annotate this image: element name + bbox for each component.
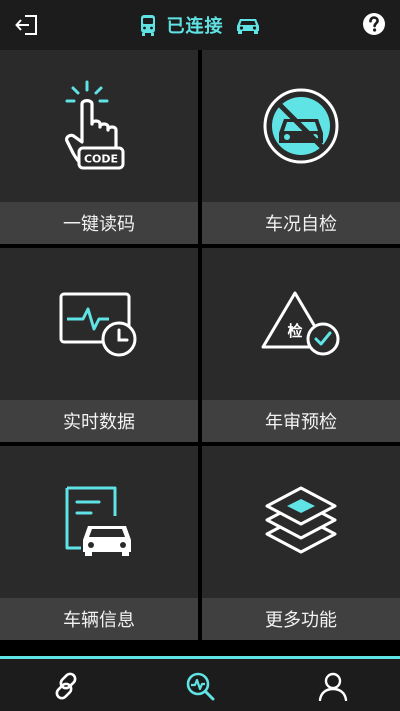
tile-read-code[interactable]: CODE 一键读码 [0, 50, 198, 244]
layers-icon [265, 486, 337, 554]
user-icon[interactable] [318, 671, 348, 701]
car-icon [236, 19, 259, 34]
tile-vehicle-check[interactable]: 车况自检 [202, 50, 400, 244]
connection-status: 已连接 [0, 0, 400, 50]
tile-vehicle-info[interactable]: 车辆信息 [0, 446, 198, 640]
bus-icon [140, 15, 155, 36]
tile-label: 车况自检 [202, 202, 400, 244]
tap-code-icon: CODE [65, 80, 125, 170]
car-no-sign-icon [263, 88, 339, 164]
tile-label: 实时数据 [0, 400, 198, 442]
tile-label: 一键读码 [0, 202, 198, 244]
top-bar: 已连接 [0, 0, 400, 50]
triangle-check-icon: 检 [261, 291, 340, 356]
tile-live-data[interactable]: 实时数据 [0, 248, 198, 442]
tile-more-features[interactable]: 更多功能 [202, 446, 400, 640]
help-icon[interactable] [362, 12, 386, 36]
connection-status-text: 已连接 [166, 16, 224, 37]
bottom-nav [0, 656, 400, 711]
diagnose-search-icon[interactable] [185, 671, 215, 701]
link-icon[interactable] [51, 671, 81, 701]
tile-label: 更多功能 [202, 598, 400, 640]
tile-label: 年审预检 [202, 400, 400, 442]
tile-annual-precheck[interactable]: 检 年审预检 [202, 248, 400, 442]
document-car-icon [65, 486, 131, 556]
monitor-clock-icon [59, 292, 137, 357]
tile-label: 车辆信息 [0, 598, 198, 640]
svg-text:检: 检 [287, 322, 302, 340]
svg-text:CODE: CODE [84, 153, 118, 166]
feature-grid: CODE 一键读码 车况自检 实时数据 检 年审预检 车辆信息 更多功能 [0, 50, 400, 644]
